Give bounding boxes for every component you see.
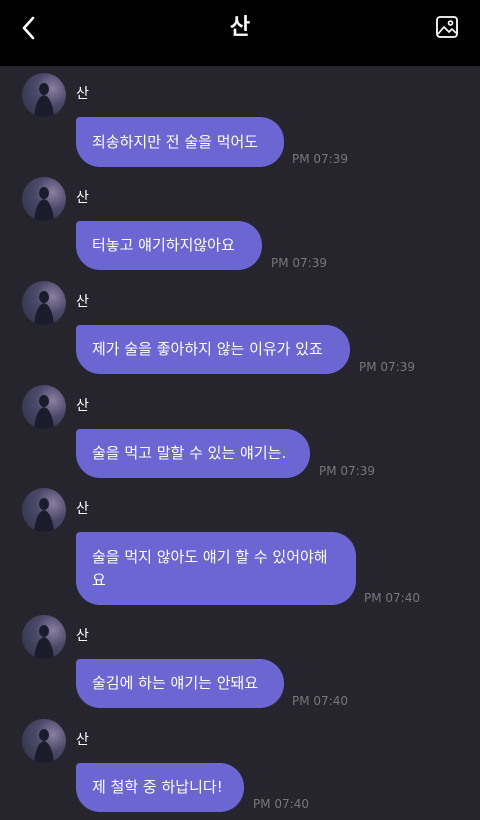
message-time: PM 07:39 [359, 360, 415, 374]
sender-name: 산 [76, 190, 89, 206]
sender-name: 산 [76, 628, 89, 644]
message-bubble[interactable]: 터놓고 얘기하지않아요 [76, 221, 262, 270]
message-bubble[interactable]: 죄송하지만 전 술을 먹어도 [76, 117, 284, 167]
avatar[interactable] [22, 281, 66, 325]
message-time: PM 07:39 [271, 256, 327, 270]
sender-name: 산 [76, 398, 89, 414]
message-time: PM 07:39 [292, 152, 348, 166]
sender-name: 산 [76, 501, 89, 517]
sender-name: 산 [76, 86, 89, 102]
message-time: PM 07:40 [292, 694, 348, 708]
avatar[interactable] [22, 177, 66, 221]
gallery-button[interactable] [433, 13, 461, 41]
message-time: PM 07:39 [319, 464, 375, 478]
image-icon [436, 16, 458, 38]
message-time: PM 07:40 [364, 591, 420, 605]
sender-name: 산 [76, 732, 89, 748]
chat-title: 산 [229, 15, 251, 40]
avatar[interactable] [22, 615, 66, 659]
message-bubble[interactable]: 술김에 하는 얘기는 안돼요 [76, 659, 284, 708]
message-bubble[interactable]: 술을 먹고 말할 수 있는 얘기는. [76, 429, 310, 478]
message-time: PM 07:40 [253, 797, 309, 811]
avatar[interactable] [22, 73, 66, 117]
message-bubble[interactable]: 제가 술을 좋아하지 않는 이유가 있죠 [76, 325, 350, 374]
message-bubble[interactable]: 제 철학 중 하납니다! [76, 763, 244, 812]
avatar[interactable] [22, 385, 66, 429]
message-bubble[interactable]: 술을 먹지 않아도 얘기 할 수 있어야해 요 [76, 532, 356, 605]
avatar[interactable] [22, 488, 66, 532]
avatar[interactable] [22, 719, 66, 763]
sender-name: 산 [76, 294, 89, 310]
chat-header: 산 [0, 0, 480, 66]
